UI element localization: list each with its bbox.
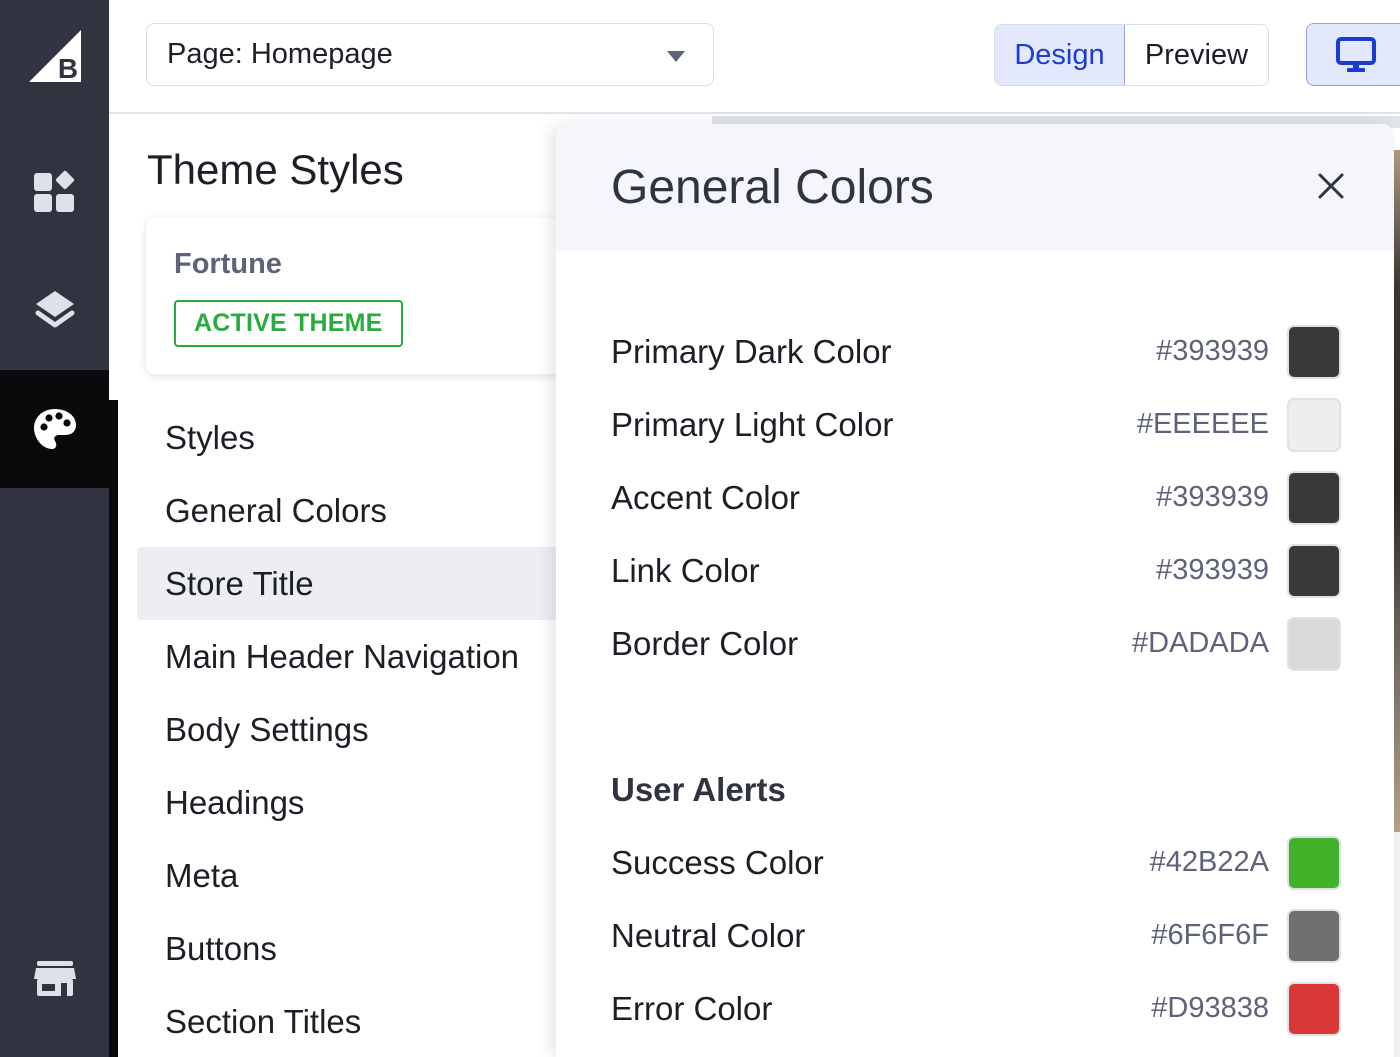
caret-down-icon [667, 51, 685, 62]
rail-item-theme-styles[interactable] [0, 370, 109, 488]
svg-text:B: B [57, 53, 77, 84]
color-swatch[interactable] [1287, 908, 1341, 963]
color-swatch[interactable] [1287, 616, 1341, 671]
color-label: Success Color [611, 843, 824, 881]
menu-item-general-colors[interactable]: General Colors [137, 474, 558, 547]
color-row-link: Link Color #393939 [611, 534, 1341, 607]
color-row-primary-dark: Primary Dark Color #393939 [611, 315, 1341, 388]
color-hex-value: #6F6F6F [1151, 919, 1269, 951]
flyout-title: General Colors [611, 161, 934, 214]
page-select-value: Page: Homepage [167, 38, 393, 70]
color-hex-value: #D93838 [1151, 992, 1269, 1024]
color-hex-value: #DADADA [1132, 627, 1269, 659]
general-colors-flyout: General Colors Primary Dark Color #39393… [556, 124, 1394, 1057]
color-swatch[interactable] [1287, 470, 1341, 525]
color-hex-value: #EEEEEE [1136, 408, 1269, 440]
menu-item-meta[interactable]: Meta [137, 839, 558, 912]
color-settings-list: Primary Dark Color #393939 Primary Light… [611, 315, 1341, 1045]
menu-item-buttons[interactable]: Buttons [137, 912, 558, 985]
bigcommerce-logo-icon: B [28, 30, 81, 84]
rail-logo[interactable]: B [0, 0, 109, 112]
color-label: Border Color [611, 624, 799, 662]
menu-item-store-title[interactable]: Store Title [137, 547, 558, 620]
theme-name: Fortune [174, 248, 282, 280]
rail-divider [109, 400, 118, 1057]
menu-item-section-titles[interactable]: Section Titles [137, 985, 558, 1057]
color-row-accent: Accent Color #393939 [611, 461, 1341, 534]
color-swatch[interactable] [1287, 543, 1341, 598]
close-button[interactable] [1316, 171, 1346, 201]
menu-item-styles[interactable]: Styles [137, 401, 558, 474]
theme-styles-menu: Styles General Colors Store Title Main H… [137, 401, 558, 1057]
mode-toggle: Design Preview [994, 24, 1269, 86]
desktop-monitor-icon [1336, 36, 1376, 72]
rail-item-storefront[interactable] [0, 920, 109, 1038]
page-select[interactable]: Page: Homepage [146, 23, 714, 86]
color-label: Accent Color [611, 478, 800, 516]
color-row-error: Error Color #D93838 [611, 972, 1341, 1045]
active-theme-badge: ACTIVE THEME [174, 300, 403, 347]
color-swatch[interactable] [1287, 324, 1341, 379]
color-label: Neutral Color [611, 916, 806, 954]
color-row-success: Success Color #42B22A [611, 826, 1341, 899]
color-row-border: Border Color #DADADA [611, 607, 1341, 680]
color-swatch[interactable] [1287, 981, 1341, 1036]
storefront-icon [33, 961, 76, 998]
color-hex-value: #393939 [1156, 481, 1269, 513]
color-swatch[interactable] [1287, 835, 1341, 890]
user-alerts-heading: User Alerts [611, 770, 786, 808]
color-label: Error Color [611, 989, 773, 1027]
theme-styles-panel: Theme Styles Fortune ACTIVE THEME Styles… [118, 116, 586, 1057]
color-hex-value: #42B22A [1149, 846, 1269, 878]
color-row-primary-light: Primary Light Color #EEEEEE [611, 388, 1341, 461]
color-label: Primary Light Color [611, 405, 894, 443]
flyout-header: General Colors [556, 124, 1394, 251]
rail-item-widgets[interactable] [0, 133, 109, 251]
top-toolbar: Page: Homepage Design Preview [109, 0, 1400, 114]
preview-mode-button[interactable]: Preview [1125, 25, 1268, 85]
menu-item-headings[interactable]: Headings [137, 766, 558, 839]
widgets-icon [33, 170, 74, 212]
preview-frame-bottom [1394, 832, 1400, 1057]
desktop-view-button[interactable] [1306, 23, 1400, 86]
color-hex-value: #393939 [1156, 335, 1269, 367]
color-hex-value: #393939 [1156, 554, 1269, 586]
color-swatch[interactable] [1287, 397, 1341, 452]
preview-image-edge [1394, 150, 1400, 832]
color-row-neutral: Neutral Color #6F6F6F [611, 899, 1341, 972]
close-icon [1318, 173, 1344, 199]
rail-item-layers[interactable] [0, 251, 109, 369]
color-label: Link Color [611, 551, 760, 589]
design-mode-button[interactable]: Design [995, 25, 1125, 85]
app-rail: B [0, 0, 109, 1057]
layers-icon [35, 291, 74, 328]
palette-icon [33, 409, 76, 449]
active-theme-card: Fortune ACTIVE THEME [146, 218, 586, 374]
menu-item-body-settings[interactable]: Body Settings [137, 693, 558, 766]
menu-item-main-header-navigation[interactable]: Main Header Navigation [137, 620, 558, 693]
panel-title: Theme Styles [147, 146, 404, 193]
color-label: Primary Dark Color [611, 332, 892, 370]
